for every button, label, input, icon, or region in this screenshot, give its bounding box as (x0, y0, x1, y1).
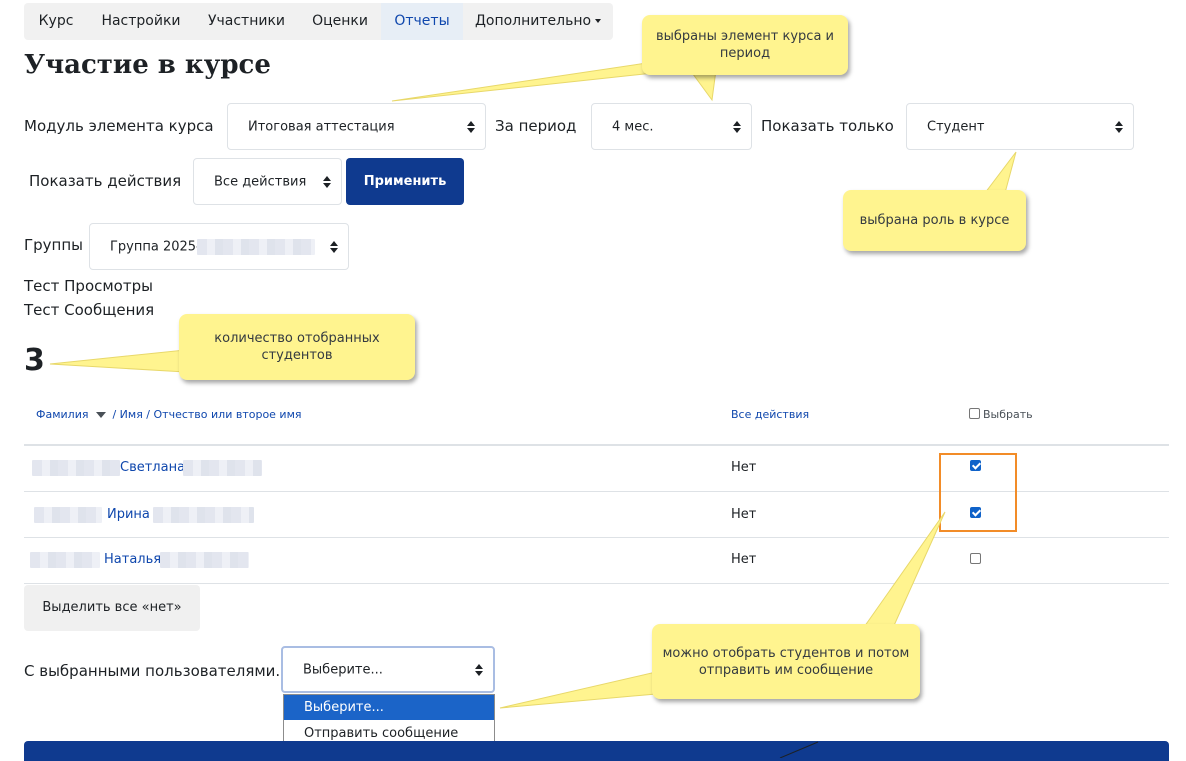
callout-element-period: выбраны элемент курса и период (642, 15, 848, 75)
callout-pointer (499, 671, 657, 709)
callout-pointer-line (779, 741, 819, 758)
callout-message: можно отобрать студентов и потом отправи… (652, 624, 920, 699)
callout-pointer (861, 511, 946, 631)
callout-role: выбрана роль в курсе (843, 190, 1026, 251)
callout-count: количество отобранных студентов (179, 314, 415, 380)
callout-pointer (983, 151, 1017, 194)
callout-pointers (49, 57, 1017, 758)
callout-pointer (49, 349, 186, 373)
